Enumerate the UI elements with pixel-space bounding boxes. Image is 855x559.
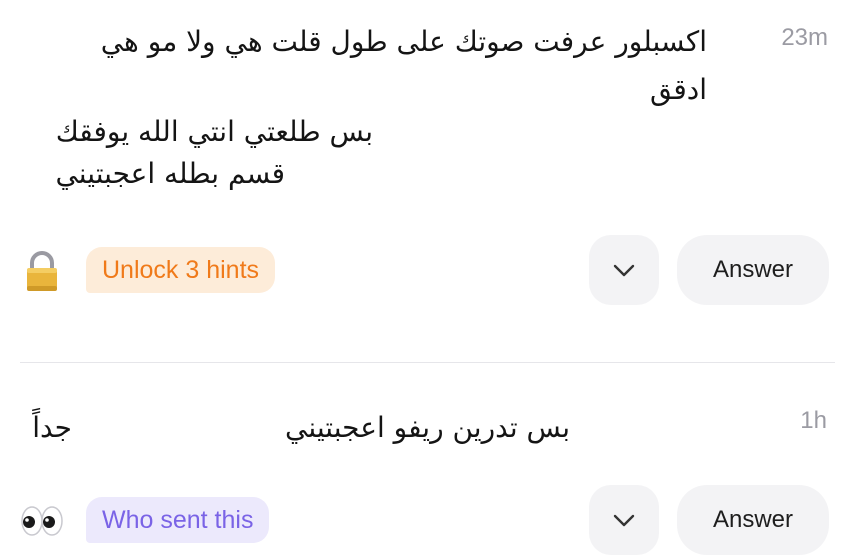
expand-button[interactable] xyxy=(589,485,659,555)
answer-button[interactable]: Answer xyxy=(677,485,829,555)
message-text-line: جداً xyxy=(32,411,72,444)
message-actions-row: Unlock 3 hints Answer xyxy=(0,235,855,307)
unlock-hints-button[interactable]: Unlock 3 hints xyxy=(86,247,276,293)
who-sent-this-button[interactable]: Who sent this xyxy=(86,497,270,543)
chevron-down-icon xyxy=(613,514,635,527)
chevron-down-icon xyxy=(613,264,635,277)
answer-button[interactable]: Answer xyxy=(677,235,829,305)
message-card[interactable]: 23m اكسبلور عرفت صوتك علی طول قلت هي ولا… xyxy=(0,0,855,330)
lock-icon xyxy=(27,251,57,291)
expand-button[interactable] xyxy=(589,235,659,305)
message-text-line: بس تدرين ريفو اعجبتيني xyxy=(285,411,570,444)
eyes-icon xyxy=(21,506,63,536)
message-timestamp: 23m xyxy=(781,24,828,51)
message-text-line: اكسبلور عرفت صوتك علی طول قلت هي ولا مو … xyxy=(100,25,707,58)
message-timestamp: 1h xyxy=(800,407,827,434)
message-text-line: قسم بطله اعجبتيني xyxy=(55,157,285,190)
message-text-line: ادقق xyxy=(650,73,707,106)
message-card[interactable]: 1h بس تدرين ريفو اعجبتيني جداً Who sent … xyxy=(0,363,855,559)
message-text-line: بس طلعتي انتي الله يوفقك xyxy=(55,115,373,148)
message-actions-row: Who sent this Answer xyxy=(0,485,855,557)
